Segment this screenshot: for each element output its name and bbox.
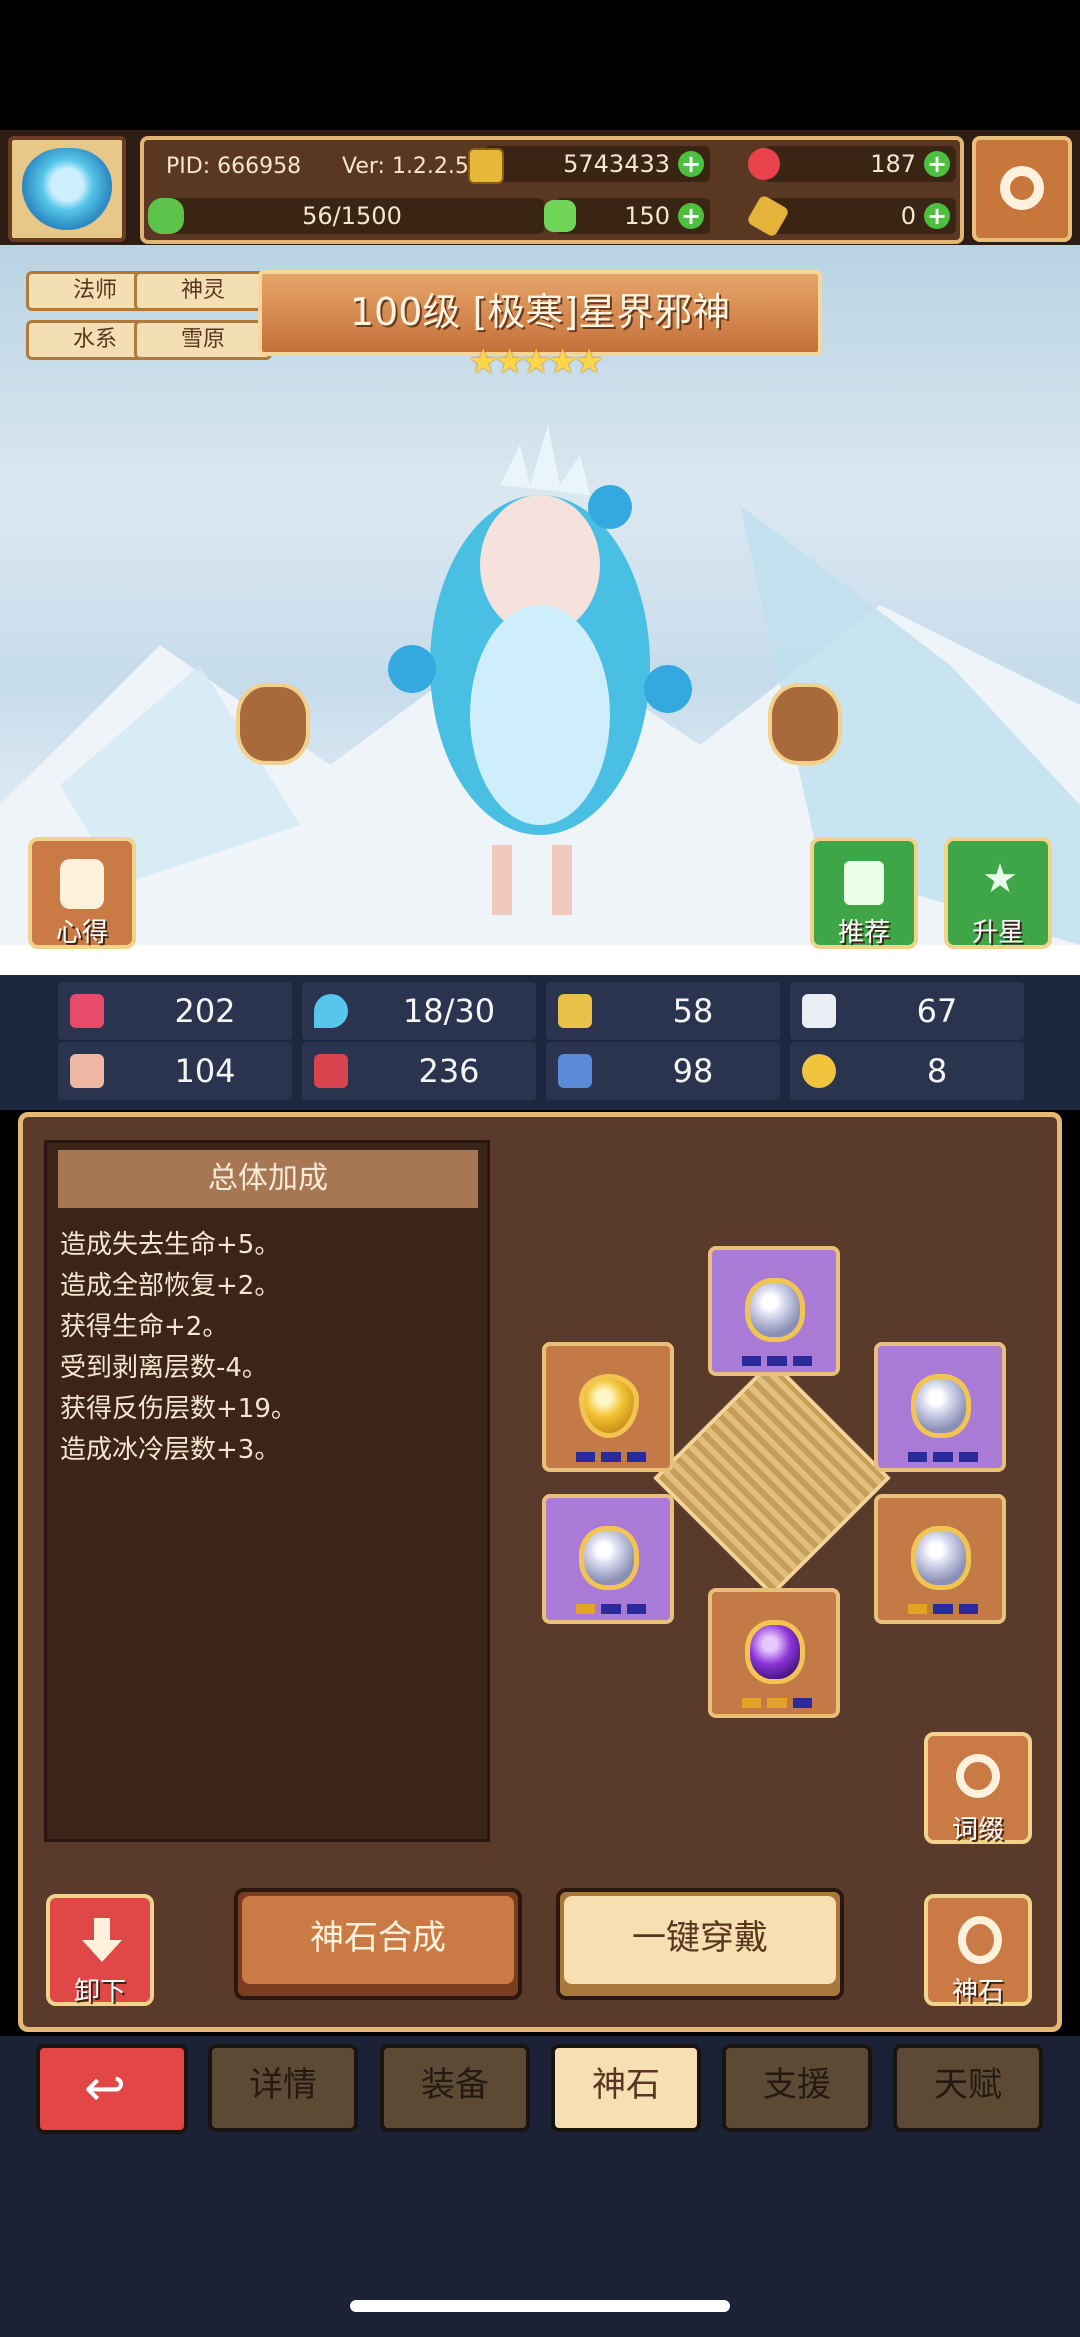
stat-speed: 67 xyxy=(790,982,1024,1040)
tab-equipment[interactable]: 装备 xyxy=(380,2044,530,2132)
gem-slot-lower-right[interactable] xyxy=(874,1494,1006,1624)
horseshoe-icon xyxy=(802,1054,836,1088)
godstone-label: 神石 xyxy=(951,1977,1004,2007)
stamina-bar: 56/1500 xyxy=(148,198,544,234)
gem-slot-lower-left[interactable] xyxy=(542,1494,674,1624)
key-value: 0 xyxy=(900,202,916,230)
gold-value: 5743433 xyxy=(563,150,670,178)
bonus-line: 受到剥离层数-4。 xyxy=(60,1353,268,1383)
stat-mana: 18/30 xyxy=(302,982,536,1040)
stat-attack: 104 xyxy=(58,1042,292,1100)
pearl-gem-icon xyxy=(579,1526,639,1590)
pearl-gem-icon xyxy=(911,1374,971,1438)
pearl-gem-icon xyxy=(745,1278,805,1342)
back-arrow-icon: ↩ xyxy=(84,2059,126,2117)
key-counter: 0 + xyxy=(746,194,956,238)
shield-icon xyxy=(558,994,592,1028)
star-icon: ★ xyxy=(982,856,1018,902)
clover-counter: 150 + xyxy=(544,198,710,234)
left-rune-slot[interactable] xyxy=(236,683,310,765)
gem-slot-upper-left[interactable] xyxy=(542,1342,674,1472)
water-drop-icon xyxy=(314,994,348,1028)
bonus-title: 总体加成 xyxy=(58,1150,478,1208)
unequip-label: 卸下 xyxy=(73,1977,126,2007)
pearl-gem-icon xyxy=(911,1526,971,1590)
book-icon xyxy=(314,1054,348,1088)
tab-details[interactable]: 详情 xyxy=(208,2044,358,2132)
unequip-button[interactable]: 卸下 xyxy=(46,1894,154,2007)
stat-luck: 8 xyxy=(790,1042,1024,1100)
tag-terrain: 雪原 xyxy=(134,320,272,360)
back-button[interactable]: ↩ xyxy=(36,2044,188,2134)
player-info-panel: PID: 666958 Ver: 1.2.2.5 5743433 + 187 +… xyxy=(140,136,964,244)
heart-icon xyxy=(70,994,104,1028)
synthesize-label: 神石合成 xyxy=(242,1896,514,1984)
stat-move: 98 xyxy=(546,1042,780,1100)
bonus-line: 获得生命+2。 xyxy=(60,1312,229,1342)
hero-avatar[interactable] xyxy=(8,136,126,242)
bonus-line: 造成冰冷层数+3。 xyxy=(60,1435,281,1465)
pid-label: PID: 666958 xyxy=(166,154,302,179)
boot-icon xyxy=(558,1054,592,1088)
stat-health: 202 xyxy=(58,982,292,1040)
bonus-line: 造成全部恢复+2。 xyxy=(60,1271,281,1301)
gem-slot-bottom[interactable] xyxy=(708,1588,840,1718)
upgrade-star-button[interactable]: ★ 升星 xyxy=(944,837,1052,949)
equip-all-button[interactable]: 一键穿戴 xyxy=(556,1888,844,2000)
version-label: Ver: 1.2.2.5 xyxy=(342,154,469,179)
down-arrow-icon xyxy=(82,1918,122,1962)
clover-value: 150 xyxy=(624,202,670,230)
wing-icon xyxy=(802,994,836,1028)
gold-coin-icon xyxy=(468,148,504,184)
stone-icon xyxy=(958,1916,1002,1964)
scroll-icon xyxy=(60,859,104,909)
stat-magic: 236 xyxy=(302,1042,536,1100)
bonus-line: 获得反伤层数+19。 xyxy=(60,1394,297,1424)
gem-slot-top[interactable] xyxy=(708,1246,840,1376)
magnifier-icon xyxy=(956,1754,1000,1798)
affix-button[interactable]: 词缀 xyxy=(924,1732,1032,1845)
fist-icon xyxy=(70,1054,104,1088)
add-gem-icon[interactable]: + xyxy=(924,151,950,177)
affix-label: 词缀 xyxy=(951,1815,1004,1845)
tab-godstone[interactable]: 神石 xyxy=(551,2044,701,2132)
add-clover-icon[interactable]: + xyxy=(678,203,704,229)
settings-button[interactable] xyxy=(972,136,1072,242)
red-gem-icon xyxy=(748,148,780,180)
gold-heart-gem-icon xyxy=(579,1374,639,1438)
recommend-button[interactable]: 推荐 xyxy=(810,837,918,949)
tab-talent[interactable]: 天赋 xyxy=(893,2044,1043,2132)
add-key-icon[interactable]: + xyxy=(924,203,950,229)
right-rune-slot[interactable] xyxy=(768,683,842,765)
gem-slot-upper-right[interactable] xyxy=(874,1342,1006,1472)
gear-icon xyxy=(1000,166,1044,210)
notes-label: 心得 xyxy=(55,918,108,948)
stat-armor: 58 xyxy=(546,982,780,1040)
amethyst-gem-icon xyxy=(745,1620,805,1684)
home-indicator[interactable] xyxy=(350,2300,730,2312)
notes-button[interactable]: 心得 xyxy=(28,837,136,949)
upgrade-star-label: 升星 xyxy=(971,918,1024,948)
bonus-line: 造成失去生命+5。 xyxy=(60,1230,281,1260)
key-icon xyxy=(746,194,790,238)
add-gold-icon[interactable]: + xyxy=(678,151,704,177)
synthesize-button[interactable]: 神石合成 xyxy=(234,1888,522,2000)
tab-support[interactable]: 支援 xyxy=(722,2044,872,2132)
clover-icon xyxy=(544,200,576,232)
gem-counter: 187 + xyxy=(748,146,956,182)
hero-star-rating: ★★★★★ xyxy=(468,342,604,382)
stamina-value: 56/1500 xyxy=(302,202,402,230)
thumbs-up-icon xyxy=(844,861,884,905)
gem-value: 187 xyxy=(870,150,916,178)
gold-counter: 5743433 + xyxy=(468,146,710,184)
tag-race: 神灵 xyxy=(134,271,272,311)
godstone-button[interactable]: 神石 xyxy=(924,1894,1032,2007)
recommend-label: 推荐 xyxy=(837,918,890,948)
equip-all-label: 一键穿戴 xyxy=(564,1896,836,1984)
